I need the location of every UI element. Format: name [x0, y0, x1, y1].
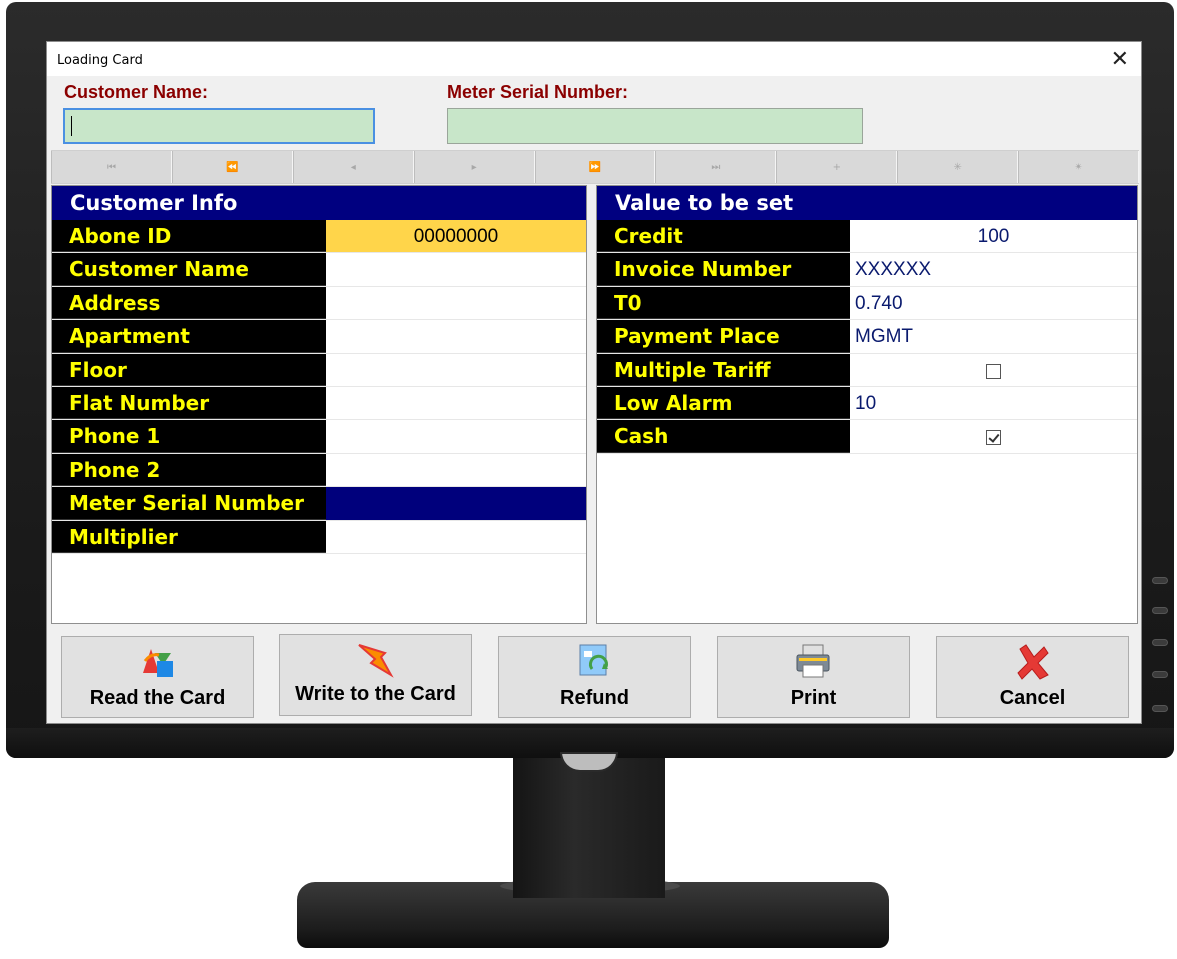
cancel-button[interactable]: Cancel [936, 636, 1129, 718]
refund-label: Refund [560, 687, 629, 709]
phone-2-value[interactable] [326, 454, 586, 486]
nav-next-page-button[interactable]: ⏩ [534, 151, 656, 183]
record-navigator: ⏮ ⏪ ◂ ▸ ⏩ ⏭ + ✳ ✴ [51, 150, 1140, 184]
printer-icon [796, 644, 829, 678]
grid-row-t0[interactable]: T0 0.740 [597, 286, 1137, 321]
row-label: Customer Name [52, 253, 326, 286]
row-label: Flat Number [52, 386, 326, 420]
nav-next-button[interactable]: ▸ [413, 151, 535, 183]
grid-row-invoice-number[interactable]: Invoice Number XXXXXX [597, 253, 1137, 287]
row-label: Abone ID [52, 220, 326, 253]
window-title: Loading Card [57, 53, 143, 68]
row-label: Low Alarm [597, 386, 850, 420]
row-label: Invoice Number [597, 253, 850, 286]
row-label: Payment Place [597, 320, 850, 353]
grid-row-low-alarm[interactable]: Low Alarm 10 [597, 386, 1137, 421]
print-button[interactable]: Print [717, 636, 910, 718]
write-card-icon [357, 644, 394, 678]
nav-prev-button[interactable]: ◂ [292, 151, 414, 183]
multiplier-value[interactable] [326, 521, 586, 553]
customer-info-grid: Customer Info Abone ID 00000000 Customer… [51, 185, 587, 624]
read-card-button[interactable]: Read the Card [61, 636, 254, 718]
value-to-set-header: Value to be set [597, 186, 1137, 220]
grid-row-phone-2[interactable]: Phone 2 [52, 453, 586, 488]
row-label: T0 [597, 286, 850, 320]
monitor-power-button [1152, 705, 1168, 712]
grid-row-flat-number[interactable]: Flat Number [52, 386, 586, 421]
multiple-tariff-checkbox[interactable] [986, 363, 1001, 379]
monitor-stand-neck [513, 758, 665, 898]
refund-button[interactable]: Refund [498, 636, 691, 718]
close-icon[interactable]: ✕ [1111, 48, 1129, 70]
customer-name-input[interactable] [63, 108, 375, 144]
credit-value[interactable]: 100 [850, 220, 1137, 252]
row-label: Address [52, 286, 326, 320]
meter-serial-caption: Meter Serial Number: [447, 82, 629, 102]
nav-last-button[interactable]: ⏭ [655, 151, 777, 183]
read-card-label: Read the Card [89, 687, 226, 709]
screen-stage: Loading Card ✕ Customer Name: Meter Seri… [0, 0, 1177, 959]
title-bar: Loading Card ✕ [47, 42, 1141, 76]
monitor-button [1152, 607, 1168, 614]
write-card-button[interactable]: Write to the Card [279, 634, 472, 716]
low-alarm-value[interactable]: 10 [850, 387, 1137, 419]
text-caret [71, 116, 72, 136]
row-label: Apartment [52, 320, 326, 353]
row-label: Phone 2 [52, 453, 326, 487]
abone-id-value[interactable]: 00000000 [326, 220, 586, 253]
grid-row-address[interactable]: Address [52, 286, 586, 321]
grid-row-phone-1[interactable]: Phone 1 [52, 420, 586, 454]
customer-name-caption: Customer Name: [64, 82, 209, 102]
grid-row-abone-id[interactable]: Abone ID 00000000 [52, 220, 586, 254]
nav-cancel-edit-button[interactable]: ✴ [1018, 151, 1140, 183]
monitor-button [1152, 671, 1168, 678]
apartment-value[interactable] [326, 320, 586, 352]
grid-row-cash[interactable]: Cash [597, 420, 1137, 454]
grid-row-multiple-tariff[interactable]: Multiple Tariff [597, 353, 1137, 387]
invoice-number-value[interactable]: XXXXXX [850, 253, 1137, 285]
grid-row-multiplier[interactable]: Multiplier [52, 520, 586, 554]
grid-row-floor[interactable]: Floor [52, 353, 586, 387]
multiple-tariff-cell [850, 354, 1137, 386]
grid-row-credit[interactable]: Credit 100 [597, 220, 1137, 254]
value-to-set-grid: Value to be set Credit 100 Invoice Numbe… [596, 185, 1138, 624]
write-card-label: Write to the Card [295, 683, 456, 705]
meter-serial-value[interactable] [326, 487, 586, 520]
grid-row-meter-serial[interactable]: Meter Serial Number [52, 487, 586, 521]
row-label: Floor [52, 353, 326, 386]
print-label: Print [790, 687, 837, 709]
cancel-label: Cancel [999, 687, 1066, 709]
cancel-x-icon [1016, 644, 1049, 680]
row-label: Multiple Tariff [597, 353, 850, 386]
nav-post-button[interactable]: ✳ [897, 151, 1019, 183]
row-label: Phone 1 [52, 420, 326, 453]
monitor-button [1152, 639, 1168, 646]
nav-first-button[interactable]: ⏮ [51, 151, 172, 183]
row-label: Cash [597, 420, 850, 453]
cash-cell [850, 420, 1137, 452]
loading-card-window: Loading Card ✕ Customer Name: Meter Seri… [46, 41, 1142, 724]
phone-1-value[interactable] [326, 420, 586, 452]
floor-value[interactable] [326, 354, 586, 386]
row-label: Multiplier [52, 520, 326, 553]
row-label: Meter Serial Number [52, 487, 326, 520]
nav-prev-page-button[interactable]: ⏪ [171, 151, 293, 183]
payment-place-value[interactable]: MGMT [850, 320, 1137, 352]
read-card-icon [142, 649, 173, 677]
t0-value[interactable]: 0.740 [850, 287, 1137, 319]
grid-row-payment-place[interactable]: Payment Place MGMT [597, 320, 1137, 354]
refund-icon [579, 644, 608, 676]
nav-add-button[interactable]: + [776, 151, 898, 183]
customer-name-value[interactable] [326, 253, 586, 285]
row-label: Credit [597, 220, 850, 253]
meter-serial-input[interactable] [447, 108, 863, 144]
grid-row-customer-name[interactable]: Customer Name [52, 253, 586, 287]
customer-info-header: Customer Info [52, 186, 586, 220]
monitor-button [1152, 577, 1168, 584]
flat-number-value[interactable] [326, 387, 586, 419]
cash-checkbox[interactable] [986, 430, 1001, 446]
grid-row-apartment[interactable]: Apartment [52, 320, 586, 354]
address-value[interactable] [326, 287, 586, 319]
